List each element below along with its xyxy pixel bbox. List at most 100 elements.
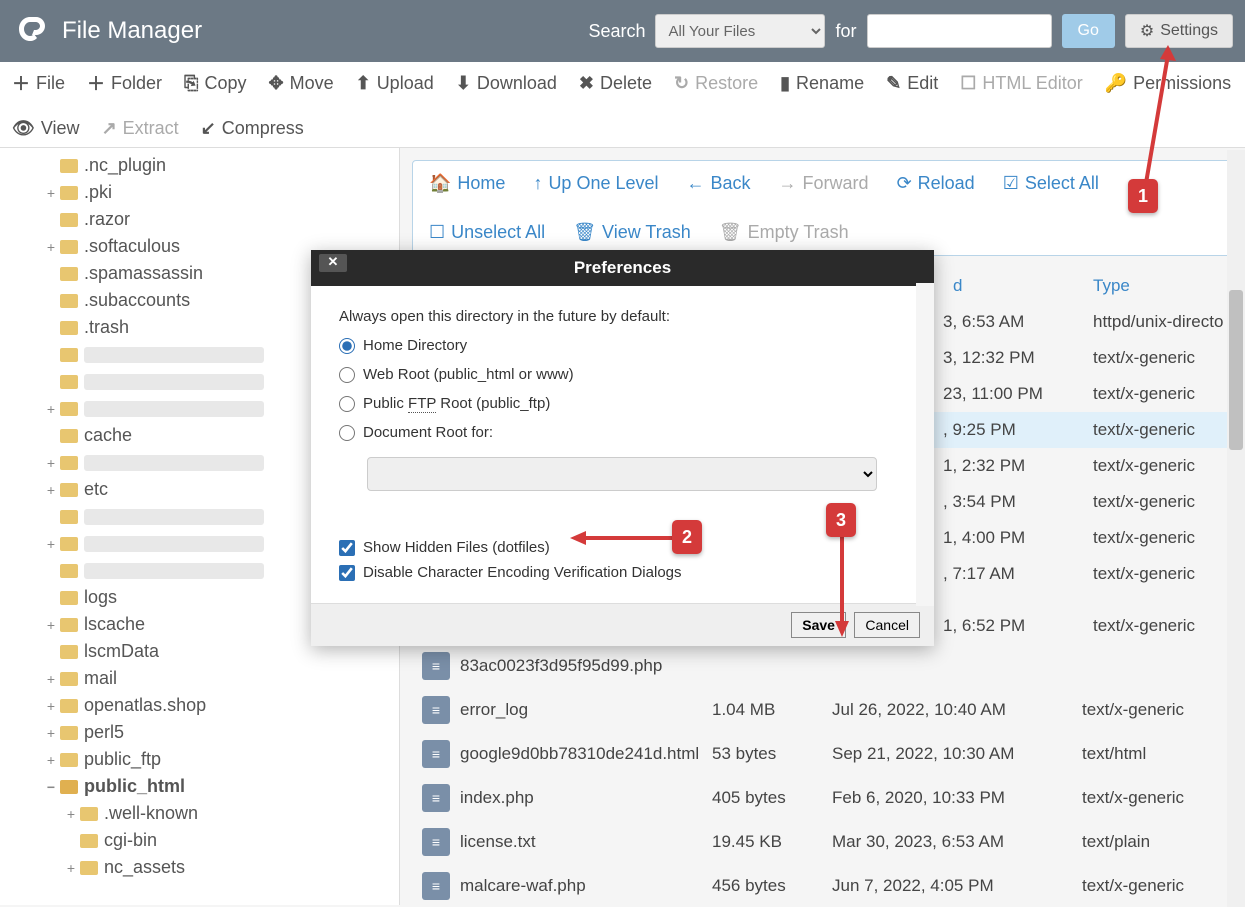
select-all-button[interactable]: ☑Select All: [1003, 173, 1099, 194]
expander-icon[interactable]: [64, 833, 78, 849]
copy-icon: ⎘: [184, 73, 198, 94]
tree-item[interactable]: +mail: [0, 665, 399, 692]
main-toolbar: ＋File ＋Folder ⎘Copy ✥Move ⬆Upload ⬇Downl…: [0, 62, 1245, 148]
expander-icon[interactable]: +: [44, 482, 58, 498]
expander-icon[interactable]: +: [44, 455, 58, 471]
doc-root-select[interactable]: [367, 457, 877, 491]
expander-icon[interactable]: +: [44, 401, 58, 417]
tree-item[interactable]: cgi-bin: [0, 827, 399, 854]
table-row[interactable]: ≡83ac0023f3d95f95d99.php: [412, 644, 1233, 688]
expander-icon[interactable]: +: [44, 725, 58, 741]
view-trash-button[interactable]: 🗑View Trash: [573, 222, 691, 243]
radio-web-root[interactable]: Web Root (public_html or www): [339, 366, 906, 383]
up-button[interactable]: ↑Up One Level: [533, 173, 658, 194]
compress-button[interactable]: ↙Compress: [201, 118, 304, 139]
plus-icon: ＋: [12, 70, 30, 96]
tree-label: openatlas.shop: [84, 695, 206, 716]
arrow-2: [570, 528, 680, 553]
home-button[interactable]: 🏠Home: [429, 173, 505, 194]
rename-button[interactable]: ▮Rename: [780, 70, 864, 96]
radio-ftp-root[interactable]: Public FTP Root (public_ftp): [339, 395, 906, 412]
col-type[interactable]: Type: [1093, 276, 1233, 296]
tree-item[interactable]: + openatlas.shop: [0, 692, 399, 719]
expander-icon[interactable]: +: [44, 617, 58, 633]
file-button[interactable]: ＋File: [12, 70, 65, 96]
upload-button[interactable]: ⬆Upload: [356, 70, 434, 96]
cancel-button[interactable]: Cancel: [854, 612, 920, 638]
extract-button[interactable]: ↗Extract: [102, 118, 179, 139]
expander-icon[interactable]: −: [44, 779, 58, 795]
dialog-title: ✕ Preferences: [311, 250, 934, 286]
expander-icon[interactable]: [44, 644, 58, 660]
table-row[interactable]: ≡google9d0bb78310de241d.html53 bytesSep …: [412, 732, 1233, 776]
tree-item[interactable]: +.pki: [0, 179, 399, 206]
restore-button[interactable]: ↻Restore: [674, 70, 758, 96]
folder-icon: [60, 645, 78, 659]
app-title: File Manager: [62, 17, 202, 45]
expander-icon[interactable]: +: [44, 671, 58, 687]
move-button[interactable]: ✥Move: [268, 70, 333, 96]
expander-icon[interactable]: [44, 374, 58, 390]
edit-button[interactable]: ✎Edit: [886, 70, 938, 96]
view-button[interactable]: 👁View: [12, 118, 80, 139]
expander-icon[interactable]: [44, 266, 58, 282]
forward-button[interactable]: →Forward: [779, 173, 869, 194]
radio-doc-root[interactable]: Document Root for:: [339, 424, 906, 441]
reload-button[interactable]: ⟳Reload: [897, 173, 975, 194]
tree-item[interactable]: + perl5: [0, 719, 399, 746]
col-date[interactable]: d: [953, 276, 1093, 296]
tree-item[interactable]: −public_html: [0, 773, 399, 800]
expander-icon[interactable]: [44, 347, 58, 363]
table-row[interactable]: ≡malcare-waf.php456 bytesJun 7, 2022, 4:…: [412, 864, 1233, 905]
content-toolbar: 🏠Home ↑Up One Level ←Back →Forward ⟳Relo…: [412, 160, 1233, 256]
expander-icon[interactable]: +: [44, 536, 58, 552]
check-disable-encoding[interactable]: Disable Character Encoding Verification …: [339, 564, 906, 581]
tree-item[interactable]: .nc_plugin: [0, 152, 399, 179]
tree-item[interactable]: +.well-known: [0, 800, 399, 827]
expander-icon[interactable]: [44, 293, 58, 309]
gear-icon: ⚙: [1140, 21, 1154, 41]
tree-item[interactable]: +nc_assets: [0, 854, 399, 881]
close-button[interactable]: ✕: [319, 254, 347, 272]
tree-label: perl5: [84, 722, 124, 743]
download-button[interactable]: ⬇Download: [456, 70, 557, 96]
folder-icon: [60, 429, 78, 443]
table-row[interactable]: ≡index.php405 bytesFeb 6, 2020, 10:33 PM…: [412, 776, 1233, 820]
expander-icon[interactable]: +: [44, 185, 58, 201]
tree-item[interactable]: +public_ftp: [0, 746, 399, 773]
expander-icon[interactable]: [44, 590, 58, 606]
expander-icon[interactable]: [44, 563, 58, 579]
settings-button[interactable]: ⚙ Settings: [1125, 14, 1233, 48]
folder-button[interactable]: ＋Folder: [87, 70, 162, 96]
delete-button[interactable]: ✖Delete: [579, 70, 652, 96]
tree-label: logs: [84, 587, 117, 608]
scrollbar[interactable]: [1227, 150, 1245, 907]
go-button[interactable]: Go: [1062, 14, 1115, 48]
trash-icon: 🗑: [573, 222, 596, 243]
expander-icon[interactable]: [44, 428, 58, 444]
search-input[interactable]: [867, 14, 1052, 48]
expander-icon[interactable]: +: [64, 806, 78, 822]
expander-icon[interactable]: +: [44, 239, 58, 255]
table-row[interactable]: ≡error_log1.04 MBJul 26, 2022, 10:40 AMt…: [412, 688, 1233, 732]
for-label: for: [835, 21, 856, 42]
expander-icon[interactable]: [44, 212, 58, 228]
html-editor-button[interactable]: ☐HTML Editor: [960, 70, 1083, 96]
tree-item[interactable]: .razor: [0, 206, 399, 233]
redacted-label: [84, 347, 264, 363]
expander-icon[interactable]: [44, 158, 58, 174]
empty-trash-button[interactable]: 🗑Empty Trash: [719, 222, 849, 243]
radio-home-dir[interactable]: Home Directory: [339, 337, 906, 354]
expander-icon[interactable]: [44, 320, 58, 336]
table-row[interactable]: ≡license.txt19.45 KBMar 30, 2023, 6:53 A…: [412, 820, 1233, 864]
tree-label: .softaculous: [84, 236, 180, 257]
folder-icon: [60, 780, 78, 794]
back-button[interactable]: ←Back: [687, 173, 751, 194]
expander-icon[interactable]: +: [44, 698, 58, 714]
copy-button[interactable]: ⎘Copy: [184, 70, 246, 96]
expander-icon[interactable]: +: [64, 860, 78, 876]
expander-icon[interactable]: +: [44, 752, 58, 768]
search-scope-select[interactable]: All Your Files: [655, 14, 825, 48]
unselect-all-button[interactable]: ☐Unselect All: [429, 222, 545, 243]
expander-icon[interactable]: [44, 509, 58, 525]
